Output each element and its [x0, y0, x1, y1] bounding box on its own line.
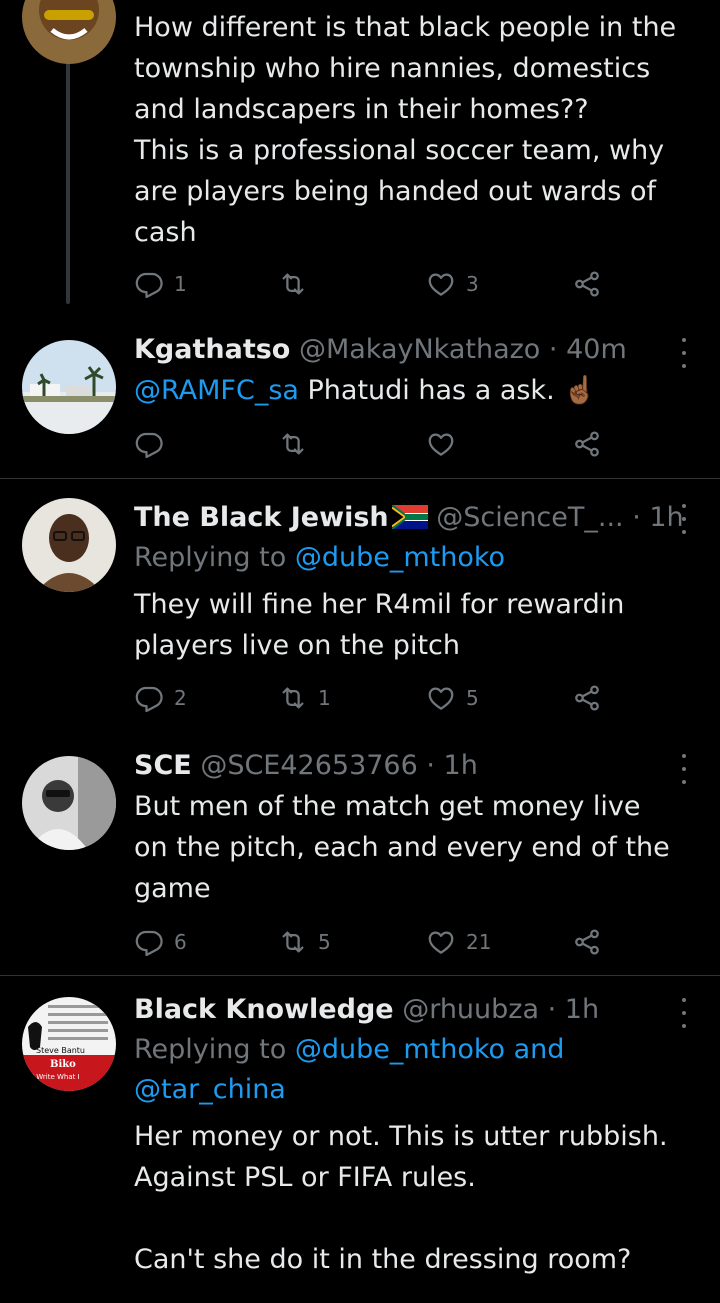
thread-line	[66, 62, 70, 304]
timestamp[interactable]: · 1h	[632, 502, 683, 533]
retweet-button[interactable]: 5	[278, 924, 331, 960]
timestamp[interactable]: · 40m	[549, 334, 627, 365]
heart-icon	[426, 927, 456, 957]
share-icon	[572, 429, 602, 459]
reply-icon	[134, 429, 164, 459]
avatar[interactable]	[22, 498, 116, 592]
replying-to-link[interactable]: @dube_mthoko	[295, 542, 505, 573]
like-count: 3	[466, 272, 479, 296]
share-icon	[572, 269, 602, 299]
like-button[interactable]: 5	[426, 680, 479, 716]
tweet-text: Her money or not. This is utter rubbish.…	[134, 1121, 668, 1275]
retweet-button[interactable]	[278, 266, 318, 302]
replying-prefix: Replying to	[134, 1034, 295, 1065]
tweet-text: How different is that black people in th…	[134, 12, 677, 248]
tweet-body: Phatudi has a ask. ☝🏾	[298, 375, 597, 406]
reply-count: 6	[174, 930, 187, 954]
display-name[interactable]: Black Knowledge	[134, 994, 394, 1025]
retweet-count: 5	[318, 930, 331, 954]
share-button[interactable]	[572, 266, 602, 302]
mention-link[interactable]: @RAMFC_sa	[134, 375, 299, 406]
retweet-button[interactable]: 1	[278, 680, 331, 716]
heart-icon	[426, 429, 456, 459]
avatar-text-1: Steve Bantu	[36, 1046, 85, 1055]
display-name[interactable]: Kgathatso	[134, 334, 290, 365]
reply-count: 1	[174, 272, 187, 296]
user-handle[interactable]: @ScienceT_...	[436, 502, 623, 533]
reply-button[interactable]	[134, 426, 174, 462]
retweet-count: 1	[318, 686, 331, 710]
reply-icon	[134, 927, 164, 957]
south-africa-flag-icon	[391, 505, 428, 529]
share-button[interactable]	[572, 924, 602, 960]
avatar[interactable]	[22, 756, 116, 850]
display-name[interactable]: The Black Jewish	[134, 502, 389, 533]
heart-icon	[426, 683, 456, 713]
like-count: 21	[466, 930, 492, 954]
reply-icon	[134, 269, 164, 299]
share-button[interactable]	[572, 680, 602, 716]
avatar[interactable]	[22, 340, 116, 434]
avatar-text-3: I Write What I	[32, 1073, 80, 1081]
timestamp[interactable]: · 1h	[548, 994, 599, 1025]
user-handle[interactable]: @rhuubza	[402, 994, 539, 1025]
like-button[interactable]: 3	[426, 266, 479, 302]
reply-button[interactable]: 2	[134, 680, 187, 716]
replying-to: Replying to @dube_mthoko	[134, 538, 680, 578]
retweet-icon	[278, 269, 308, 299]
retweet-icon	[278, 429, 308, 459]
replying-to: Replying to @dube_mthoko and @tar_china	[134, 1030, 680, 1110]
avatar[interactable]	[22, 0, 116, 64]
share-icon	[572, 927, 602, 957]
reply-button[interactable]: 1	[134, 266, 187, 302]
like-count: 5	[466, 686, 479, 710]
tweet-text: But men of the match get money live on t…	[134, 791, 679, 904]
separator	[0, 478, 720, 479]
like-button[interactable]: 21	[426, 924, 491, 960]
like-button[interactable]	[426, 426, 466, 462]
tweet-text: They will fine her R4mil for rewardin pl…	[134, 589, 633, 661]
display-name[interactable]: SCE	[134, 750, 192, 781]
timestamp[interactable]: · 1h	[426, 750, 477, 781]
tweet-text: @RAMFC_sa Phatudi has a ask. ☝🏾	[134, 370, 680, 411]
separator	[0, 975, 720, 976]
retweet-icon	[278, 683, 308, 713]
retweet-icon	[278, 927, 308, 957]
avatar-text-2: Biko	[50, 1059, 76, 1070]
reply-button[interactable]: 6	[134, 924, 187, 960]
share-button[interactable]	[572, 426, 602, 462]
reply-icon	[134, 683, 164, 713]
share-icon	[572, 683, 602, 713]
avatar[interactable]: Steve Bantu Biko I Write What I	[22, 997, 116, 1091]
user-handle[interactable]: @MakayNkathazo	[299, 334, 540, 365]
retweet-button[interactable]	[278, 426, 318, 462]
heart-icon	[426, 269, 456, 299]
replying-prefix: Replying to	[134, 542, 295, 573]
user-handle[interactable]: @SCE42653766	[200, 750, 417, 781]
reply-count: 2	[174, 686, 187, 710]
